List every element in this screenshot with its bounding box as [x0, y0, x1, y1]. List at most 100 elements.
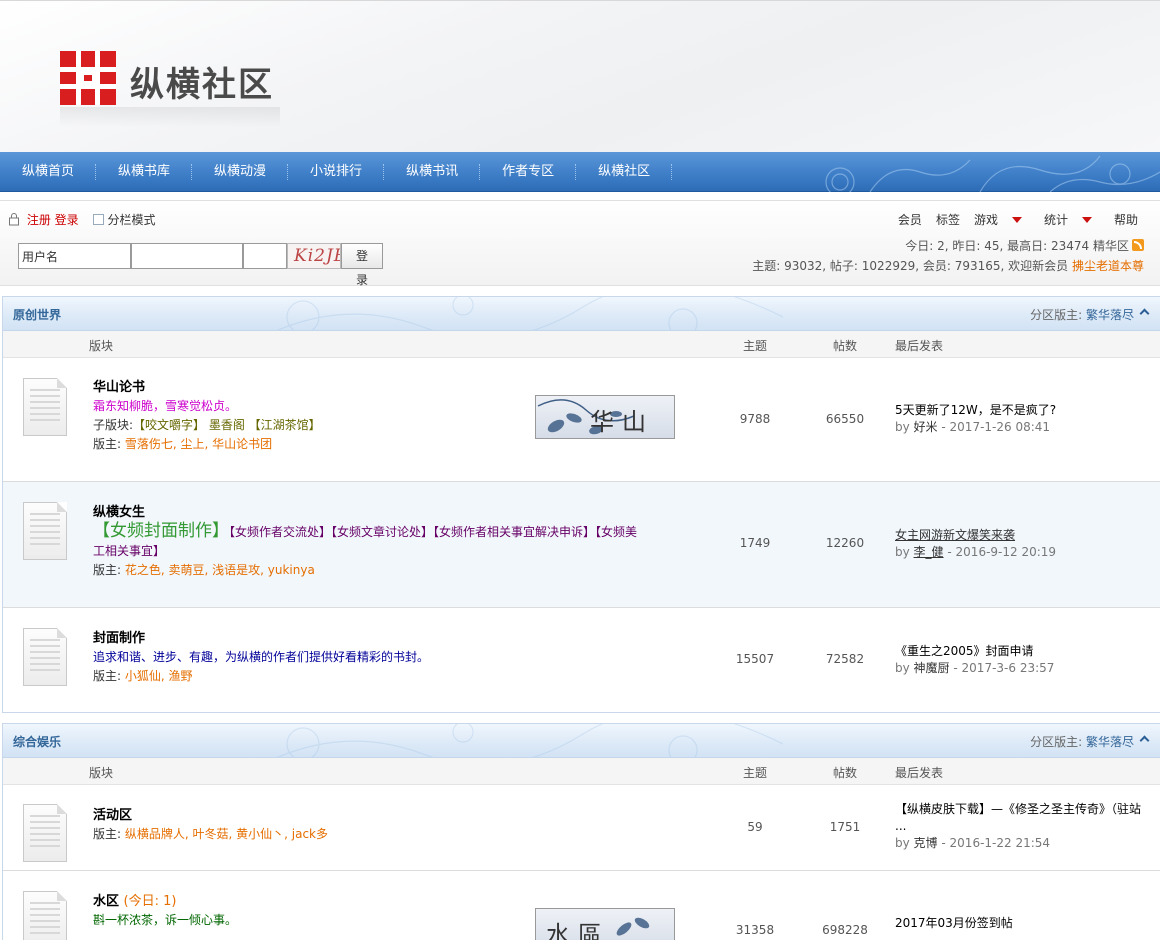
forum-row: 华山论书 霜东知柳脆，雪寒觉松贞。 子版块:【咬文嚼字】 墨香阁 【江湖茶馆】 … — [3, 358, 1160, 482]
forum-icon[interactable] — [23, 502, 67, 560]
subforum-links[interactable]: 【咬文嚼字】 墨香阁 【江湖茶馆】 — [133, 418, 321, 432]
floral-pattern-icon — [616, 917, 650, 936]
thread-count: 31358 — [735, 923, 775, 937]
col-last-post: 最后发表 — [895, 766, 944, 780]
category-moderator[interactable]: 繁华落尽 — [1086, 735, 1134, 749]
site-stats-text: 主题: 93032, 帖子: 1022929, 会员: 793165, 欢迎新会… — [752, 259, 1069, 273]
moderator-label: 版主: — [93, 437, 122, 451]
password-input[interactable] — [131, 243, 243, 269]
last-post-title[interactable]: 5天更新了12W，是不是疯了? — [895, 402, 1157, 419]
thread-count: 1749 — [739, 536, 771, 550]
forum-desc-line2: 工相关事宜】 — [93, 544, 166, 558]
today-stats: 今日: 2, 昨日: 45, 最高日: 23474 精华区 — [905, 237, 1144, 254]
forum-banner[interactable]: 华山 — [535, 395, 675, 439]
last-post-title[interactable]: 2017年03月份签到帖 — [895, 915, 1157, 932]
last-post-time: - 2017-3-6 23:57 — [953, 661, 1055, 675]
nav-item-home[interactable]: 纵横首页 — [0, 152, 97, 192]
nav-decoration — [825, 155, 1160, 192]
last-post: 【纵横皮肤下载】—《修圣之圣主传奇》（驻站 ... by 克博 - 2016-1… — [895, 801, 1157, 852]
category-title[interactable]: 综合娱乐 — [13, 733, 61, 750]
forum-desc: 追求和谐、进步、有趣，为纵横的作者们提供好看精彩的书封。 — [93, 650, 430, 664]
captcha-image[interactable]: Ki2JB — [287, 243, 341, 269]
nav-item-ranking[interactable]: 小说排行 — [288, 152, 385, 192]
moderator-label: 版主: — [93, 669, 122, 683]
category-header: 原创世界 分区版主: 繁华落尽 — [3, 297, 1160, 331]
user-icon — [9, 213, 19, 226]
thread-count: 15507 — [735, 652, 775, 666]
last-post-title[interactable]: 【纵横皮肤下载】—《修圣之圣主传奇》（驻站 — [895, 801, 1157, 818]
last-post: 《重生之2005》封面申请 by 神魔厨 - 2017-3-6 23:57 — [895, 643, 1157, 677]
split-mode-label[interactable]: 分栏模式 — [108, 213, 156, 227]
col-threads: 主题 — [743, 339, 768, 353]
moderator-list[interactable]: 雪落伤七, 尘上, 华山论书团 — [125, 437, 272, 451]
last-post-title[interactable]: 女主网游新文爆笑来袭 — [895, 527, 1157, 544]
nav-item-anime[interactable]: 纵横动漫 — [192, 152, 289, 192]
column-header: 版块 主题 帖数 最后发表 — [3, 758, 1160, 785]
column-header: 版块 主题 帖数 最后发表 — [3, 331, 1160, 358]
register-link[interactable]: 注册 — [27, 213, 51, 227]
nav-item-authors[interactable]: 作者专区 — [480, 152, 577, 192]
post-count: 12260 — [825, 536, 865, 550]
last-post-user[interactable]: 好米 — [914, 420, 938, 434]
site-stats: 主题: 93032, 帖子: 1022929, 会员: 793165, 欢迎新会… — [752, 257, 1144, 274]
username-input[interactable] — [18, 243, 131, 269]
logo-reflection — [60, 107, 280, 127]
subforum-label: 子版块: — [93, 418, 134, 432]
link-stats[interactable]: 统计 — [1044, 213, 1068, 227]
header-decoration — [276, 724, 783, 757]
split-mode-checkbox[interactable] — [92, 214, 104, 225]
forum-icon[interactable] — [23, 378, 67, 436]
collapse-icon[interactable] — [1139, 308, 1150, 319]
forum-row: 水区 (今日: 1) 斟一杯浓茶，诉一倾心事。 水區 31358 698228 … — [3, 871, 1160, 940]
forum-name[interactable]: 纵横女生 — [93, 503, 683, 522]
moderator-list[interactable]: 花之色, 卖萌豆, 浅语是攻, yukinya — [125, 563, 315, 577]
collapse-icon[interactable] — [1139, 735, 1150, 746]
col-forum: 版块 — [89, 766, 114, 780]
forum-desc-highlight: 【女频封面制作】 — [93, 521, 229, 541]
captcha-input[interactable] — [243, 243, 287, 269]
category-title[interactable]: 原创世界 — [13, 306, 61, 323]
last-post-user[interactable]: 李_健 — [914, 545, 944, 559]
forum-icon[interactable] — [23, 628, 67, 686]
link-members[interactable]: 会员 — [898, 211, 922, 228]
site-logo[interactable]: 纵横社区 — [60, 49, 280, 129]
col-last-post: 最后发表 — [895, 339, 944, 353]
last-post-user[interactable]: 神魔厨 — [914, 661, 950, 675]
login-form: Ki2JB 登 录 — [18, 243, 383, 287]
col-threads: 主题 — [743, 766, 768, 780]
moderator-list[interactable]: 纵横品牌人, 叶冬菇, 黄小仙丶, jack多 — [125, 827, 328, 841]
forum-icon[interactable] — [23, 891, 67, 940]
forum-desc: 霜东知柳脆，雪寒觉松贞。 — [93, 399, 238, 413]
moderator-list[interactable]: 小狐仙, 渔野 — [125, 669, 193, 683]
chevron-down-icon[interactable] — [1081, 217, 1092, 223]
rss-icon[interactable] — [1132, 239, 1144, 251]
forum-icon[interactable] — [23, 804, 67, 862]
link-games[interactable]: 游戏 — [974, 211, 998, 228]
top-links: 会员 标签 游戏 统计 帮助 — [884, 211, 1138, 228]
last-post-user[interactable]: 克博 — [914, 836, 938, 850]
forum-name[interactable]: 活动区 — [93, 806, 328, 825]
new-member-link[interactable]: 拂尘老道本尊 — [1072, 259, 1144, 273]
forum-name[interactable]: 封面制作 — [93, 629, 429, 648]
forum-banner[interactable]: 水區 — [535, 908, 675, 940]
forum-name[interactable]: 水区 — [93, 894, 119, 909]
nav-item-community[interactable]: 纵横社区 — [576, 152, 673, 192]
post-count: 698228 — [822, 923, 868, 937]
last-post-by: by — [895, 836, 910, 850]
category-moderator[interactable]: 繁华落尽 — [1086, 308, 1134, 322]
last-post-by: by — [895, 661, 910, 675]
last-post-time: - 2016-1-22 21:54 — [941, 836, 1051, 850]
category-moderator-label: 分区版主: — [1030, 308, 1083, 322]
header-decoration — [276, 297, 783, 330]
thread-count: 9788 — [739, 412, 771, 426]
last-post-title[interactable]: 《重生之2005》封面申请 — [895, 643, 1157, 660]
nav-item-news[interactable]: 纵横书讯 — [384, 152, 481, 192]
chevron-down-icon[interactable] — [1011, 217, 1022, 223]
last-post: 2017年03月份签到帖 — [895, 915, 1157, 932]
login-link[interactable]: 登录 — [55, 213, 79, 227]
link-help[interactable]: 帮助 — [1114, 213, 1138, 227]
link-tags[interactable]: 标签 — [936, 211, 960, 228]
login-button[interactable]: 登 录 — [341, 243, 383, 287]
nav-item-library[interactable]: 纵横书库 — [96, 152, 193, 192]
forum-name[interactable]: 华山论书 — [93, 378, 321, 397]
